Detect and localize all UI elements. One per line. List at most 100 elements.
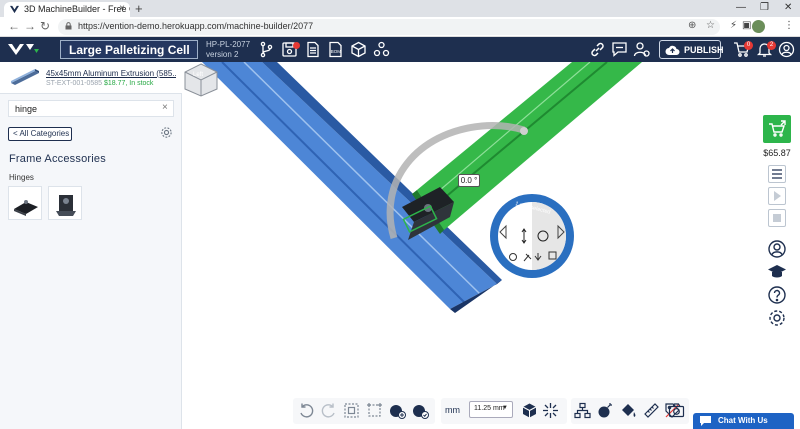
help-icon[interactable] — [767, 285, 787, 305]
user-circle-icon[interactable] — [767, 239, 787, 259]
camera-icon[interactable] — [668, 402, 685, 419]
unit-label: mm — [445, 405, 460, 415]
unsaved-badge — [293, 42, 300, 49]
browser-profile-avatar[interactable] — [752, 20, 765, 33]
edit-toolbar — [293, 398, 435, 424]
url-bar[interactable]: https://vention-demo.herokuapp.com/machi… — [58, 19, 720, 35]
reload-icon[interactable]: ↻ — [40, 19, 50, 33]
bomb-icon[interactable] — [597, 402, 614, 419]
chat-label: Chat With Us — [718, 416, 768, 425]
explode-view-icon[interactable] — [542, 402, 559, 419]
back-icon[interactable]: ← — [8, 19, 20, 33]
notification-count-badge: 2 — [767, 41, 776, 50]
project-code: HP-PL-2077 version 2 — [206, 40, 250, 60]
cart-count-badge: 0 — [744, 41, 753, 50]
green-slot-line — [429, 62, 608, 211]
zoom-icon[interactable]: ⊕ — [688, 20, 696, 31]
ruler-icon[interactable] — [643, 402, 660, 419]
rotation-angle-readout[interactable]: 0.0 ° — [458, 174, 480, 187]
vention-favicon-icon — [10, 5, 19, 14]
add-part-icon[interactable] — [389, 402, 406, 419]
undo-icon[interactable] — [298, 402, 315, 419]
minimize-icon[interactable]: — — [736, 2, 746, 13]
3d-viewport[interactable]: 1 part selected 0.0 ° Left — [182, 62, 800, 429]
redo-icon[interactable] — [320, 402, 337, 419]
cube-face-label: Left — [193, 72, 203, 78]
graduation-cap-icon[interactable] — [767, 261, 787, 281]
rotation-handle[interactable] — [520, 127, 528, 135]
selected-part-price: $18.77, In stock — [103, 80, 154, 87]
box-select-icon[interactable] — [343, 402, 360, 419]
url-text: https://vention-demo.herokuapp.com/machi… — [78, 21, 314, 31]
window-close-icon[interactable]: ✕ — [784, 2, 792, 13]
project-name-field[interactable]: Large Palletizing Cell — [60, 40, 198, 59]
comment-icon[interactable] — [611, 41, 628, 58]
extrusion-thumbnail — [11, 69, 39, 85]
selected-part-name[interactable]: 45x45mm Aluminum Extrusion (585... — [46, 69, 176, 78]
hinge-item-flat[interactable] — [8, 186, 42, 220]
library-search-input[interactable] — [8, 100, 174, 117]
library-settings-gear-icon[interactable] — [160, 126, 173, 139]
branch-icon[interactable] — [258, 41, 275, 58]
category-heading: Frame Accessories — [9, 153, 106, 165]
flat-hinge-thumbnail — [14, 200, 38, 216]
svg-text:BOM: BOM — [331, 49, 342, 54]
selected-part-sku-line: ST-EXT-001-0585 $18.77, In stock — [46, 80, 153, 87]
stop-icon — [773, 214, 781, 222]
cart-expand-icon — [769, 120, 786, 137]
add-to-cart-button[interactable] — [763, 115, 791, 143]
new-tab-icon[interactable]: + — [135, 1, 143, 16]
bookmark-star-icon[interactable]: ☆ — [706, 20, 715, 31]
search-clear-icon[interactable]: × — [162, 102, 168, 113]
document-icon[interactable] — [304, 41, 321, 58]
selected-part-card[interactable]: 45x45mm Aluminum Extrusion (585... ST-EX… — [0, 62, 182, 94]
play-simulation-button[interactable] — [768, 187, 786, 205]
chat-with-us-button[interactable]: Chat With Us — [693, 413, 794, 429]
project-version: version 2 — [206, 50, 239, 59]
pivot-hinge-thumbnail — [56, 195, 76, 216]
forward-icon[interactable]: → — [24, 19, 36, 33]
link-icon[interactable] — [589, 41, 606, 58]
chat-bubble-icon — [700, 416, 711, 426]
browser-tabbar: 3D MachineBuilder - Free Cloud × + — ❐ ✕ — [0, 0, 800, 17]
scene-canvas: 1 part selected — [202, 62, 642, 313]
extension-icon[interactable]: ▣ — [742, 20, 751, 31]
cube-view-icon[interactable] — [521, 402, 538, 419]
list-icon — [772, 169, 782, 179]
browser-tab[interactable]: 3D MachineBuilder - Free Cloud × — [4, 2, 130, 17]
step-size-select[interactable]: 11.25 mm ▼ — [469, 401, 513, 418]
hierarchy-icon[interactable] — [574, 402, 591, 419]
browser-addressbar: ← → ↻ https://vention-demo.herokuapp.com… — [0, 17, 800, 37]
publish-button[interactable]: PUBLISH — [659, 40, 724, 59]
lock-icon — [65, 22, 72, 30]
chevron-down-icon: ▼ — [502, 405, 508, 411]
play-icon — [774, 191, 781, 201]
library-sidebar: 45x45mm Aluminum Extrusion (585... ST-EX… — [0, 62, 186, 429]
extension-bolt-icon[interactable]: ⚡ — [730, 20, 737, 31]
group-select-icon[interactable] — [366, 402, 383, 419]
components-icon[interactable] — [373, 41, 390, 58]
vention-logo-icon[interactable] — [7, 42, 39, 57]
bom-icon[interactable]: BOM — [327, 41, 344, 58]
project-code-text: HP-PL-2077 — [206, 40, 251, 49]
subcategory-label: Hinges — [9, 173, 34, 182]
selected-part-sku: ST-EXT-001-0585 — [46, 80, 103, 87]
paint-bucket-icon[interactable] — [620, 402, 637, 419]
account-icon[interactable] — [778, 41, 795, 58]
measure-part-icon[interactable] — [412, 402, 429, 419]
hinge-item-pivot[interactable] — [48, 186, 82, 220]
publish-label: PUBLISH — [684, 45, 724, 55]
settings-gear-icon[interactable] — [767, 308, 787, 328]
tab-close-icon[interactable]: × — [119, 3, 125, 14]
app-header: Large Palletizing Cell HP-PL-2077 versio… — [0, 37, 800, 62]
maximize-icon[interactable]: ❐ — [760, 2, 769, 13]
share-user-icon[interactable] — [633, 41, 650, 58]
tab-title: 3D MachineBuilder - Free Cloud — [24, 4, 130, 14]
cloud-upload-icon — [665, 45, 680, 55]
stop-simulation-button[interactable] — [768, 209, 786, 227]
orientation-cube[interactable]: Left — [182, 62, 220, 98]
browser-menu-icon[interactable]: ⋮ — [784, 20, 794, 31]
all-categories-button[interactable]: < All Categories — [8, 127, 72, 141]
parts-list-button[interactable] — [768, 165, 786, 183]
assembly-icon[interactable] — [350, 41, 367, 58]
